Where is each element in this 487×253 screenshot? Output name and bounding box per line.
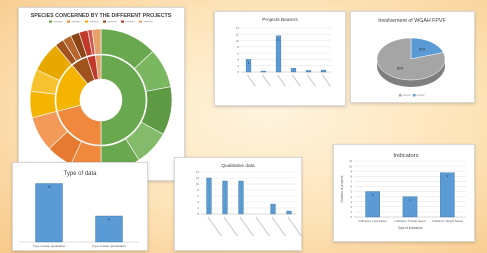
projects-bearers-ytick: 8 — [238, 45, 240, 49]
qualitative-data-ytick: 8 — [198, 188, 200, 192]
indicators-ytick: 11 — [349, 159, 352, 163]
wgah-title: Involvement of WGAH FPVF — [378, 18, 446, 24]
qualitative-data-bar-5 — [286, 210, 292, 215]
qualitative-data-ytick: 2 — [198, 206, 200, 210]
qualitative-data-ytick: 12 — [196, 176, 199, 180]
species-legend-text-3 — [107, 21, 117, 23]
projects-bearers-category-4 — [306, 74, 316, 87]
indicators-category-1: Indicators: Protein based — [395, 219, 426, 223]
indicators-ytick: 6 — [351, 185, 353, 189]
indicators-ytick: 5 — [351, 190, 353, 194]
wgah-pie-chart: Involvement of WGAH FPVF 20% 80% — [376, 18, 446, 97]
type-of-data-panel: Type of data 18 Type of data: Qualitative… — [12, 162, 148, 251]
projects-bearers-ytick: 6 — [238, 51, 240, 55]
indicators-ytick: 2 — [351, 205, 353, 209]
qualitative-data-title: Qualitative data — [221, 163, 255, 169]
projects-bearers-ytick: 10 — [236, 39, 239, 43]
qualitative-data-panel: Qualitative data 0 2 4 6 8 10 12 14 — [174, 157, 302, 251]
species-sunburst — [29, 28, 173, 172]
projects-bearers-bar-3 — [290, 68, 297, 73]
projects-bearers-bar-4 — [305, 70, 312, 73]
projects-bearers-data-label-2: 11 — [277, 37, 280, 41]
species-chart-title: SPECIES CONCERNED BY THE DIFFERENT PROJE… — [31, 13, 172, 19]
species-legend-text-5 — [143, 21, 153, 23]
qualitative-data-bar-1 — [222, 180, 228, 215]
type-of-data-bar-0 — [35, 183, 63, 243]
qualitative-data-ytick: 14 — [196, 170, 199, 174]
wgah-legend-text-1 — [416, 94, 425, 96]
wgah-legend-swatch-0 — [399, 94, 402, 97]
type-of-data-title: Type of data — [63, 171, 97, 177]
wgah-panel: Involvement of WGAH FPVF 20% 80% — [350, 11, 475, 103]
qualitative-data-category-0 — [207, 216, 223, 237]
indicators-ytick: 9 — [351, 169, 353, 173]
type-of-data-data-label-0: 18 — [47, 185, 51, 189]
species-legend-text-4 — [125, 21, 135, 23]
projects-bearers-chart: Projects Bearers 02468101214411 — [236, 17, 331, 87]
species-legend-swatch-3 — [103, 20, 106, 23]
projects-bearers-category-2 — [276, 74, 286, 87]
qualitative-data-ytick: 6 — [198, 194, 200, 198]
projects-bearers-bar-1 — [260, 70, 267, 73]
qualitative-data-ytick: 0 — [198, 212, 200, 216]
projects-bearers-category-1 — [261, 74, 271, 87]
wgah-pie-label-1: 20% — [419, 48, 426, 52]
qualitative-data-chart: Qualitative data 0 2 4 6 8 10 12 14 — [196, 163, 301, 237]
projects-bearers-category-0 — [246, 74, 256, 87]
species-legend-text-0 — [53, 21, 63, 23]
type-of-data-category-1: Type of data: Quantitative — [92, 244, 127, 248]
projects-bearers-ytick: 12 — [236, 32, 239, 36]
species-legend-swatch-2 — [85, 20, 88, 23]
qualitative-data-category-1 — [223, 216, 239, 237]
projects-bearers-category-3 — [291, 74, 301, 87]
qualitative-data-category-5 — [287, 216, 301, 237]
species-legend-swatch-5 — [139, 20, 142, 23]
qualitative-data-bar-2 — [238, 180, 244, 215]
type-of-data-chart: Type of data 18 Type of data: Qualitative… — [19, 171, 139, 248]
qualitative-data-category-3 — [255, 216, 271, 237]
species-legend-swatch-4 — [121, 20, 124, 23]
indicators-bar-2 — [440, 172, 455, 218]
indicators-ytick: 0 — [351, 215, 353, 219]
wgah-legend-swatch-1 — [413, 94, 416, 97]
indicators-category-0: Indicators: Lipid based — [359, 219, 387, 223]
indicators-y-label: Number of projects — [340, 175, 344, 202]
species-chart: SPECIES CONCERNED BY THE DIFFERENT PROJE… — [29, 13, 173, 172]
qualitative-data-ytick: 10 — [196, 182, 199, 186]
projects-bearers-title: Projects Bearers — [262, 17, 298, 23]
indicators-x-label: Type of indicators — [398, 226, 423, 230]
indicators-ytick: 8 — [351, 174, 353, 178]
projects-bearers-category-5 — [321, 74, 331, 87]
indicators-ytick: 10 — [349, 164, 352, 168]
indicators-chart: Indicators 012345678910115Indicators: Li… — [340, 153, 466, 230]
species-legend — [49, 20, 153, 23]
qualitative-data-bar-0 — [206, 177, 212, 215]
qualitative-data-ytick: 4 — [198, 200, 200, 204]
indicators-title: Indicators — [393, 153, 418, 159]
species-chart-panel: SPECIES CONCERNED BY THE DIFFERENT PROJE… — [18, 7, 185, 181]
wgah-legend-text-0 — [402, 94, 411, 96]
indicators-ytick: 1 — [351, 210, 353, 214]
qualitative-data-category-2 — [239, 216, 255, 237]
projects-bearers-ytick: 4 — [238, 58, 240, 62]
indicators-panel: Indicators 0 1 2 3 4 5 6 7 8 9 10 11 5 Indicators: Li… — [333, 144, 475, 242]
type-of-data-category-0: Type of data: Qualitative — [33, 244, 66, 248]
indicators-ytick: 3 — [351, 200, 353, 204]
species-legend-text-1 — [71, 21, 81, 23]
qualitative-data-category-4 — [271, 216, 287, 237]
type-of-data-data-label-1: 8 — [108, 218, 110, 222]
wgah-pie-label-0: 80% — [397, 66, 404, 70]
species-legend-text-2 — [89, 21, 99, 23]
species-legend-swatch-1 — [67, 20, 70, 23]
indicators-ytick: 7 — [351, 180, 353, 184]
projects-bearers-ytick: 2 — [238, 64, 240, 68]
indicators-ytick: 4 — [351, 195, 353, 199]
projects-bearers-ytick: 14 — [236, 26, 239, 30]
species-legend-swatch-0 — [49, 20, 52, 23]
projects-bearers-bar-5 — [320, 69, 327, 73]
indicators-category-2: Indicators: Weight based — [432, 219, 463, 223]
qualitative-data-bar-4 — [270, 203, 276, 215]
projects-bearers-ytick: 0 — [238, 70, 240, 74]
projects-bearers-panel: Projects Bearers 0 2 4 6 8 10 12 14 4 11 — [214, 11, 346, 106]
